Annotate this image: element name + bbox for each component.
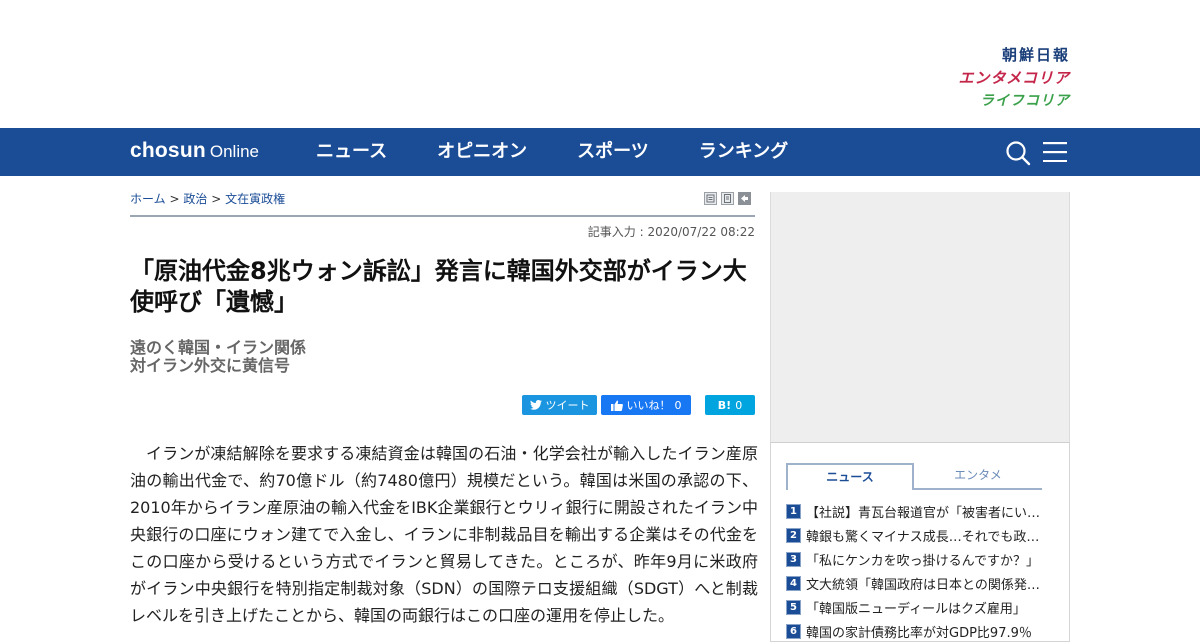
breadcrumb: ホーム > 政治 > 文在寅政権 bbox=[130, 190, 285, 207]
ranking-item[interactable]: 1 【社説】青瓦台報道官が「被害者にいわれのない苦痛」 bbox=[787, 499, 1047, 523]
rank-number-badge: 4 bbox=[787, 576, 800, 590]
tweet-label: ツイート bbox=[545, 399, 590, 412]
rank-number-badge: 5 bbox=[787, 600, 800, 614]
rank-number-badge: 3 bbox=[787, 552, 800, 566]
brand-links: 朝鮮日報 エンタメコリア ライフコリア bbox=[930, 44, 1070, 113]
logo-main-text: chosun bbox=[130, 139, 206, 162]
advertisement-slot bbox=[770, 192, 1070, 442]
print-icon[interactable] bbox=[704, 192, 717, 205]
subhead-line: 対イラン外交に黄信号 bbox=[130, 356, 291, 375]
twitter-bird-icon bbox=[529, 400, 542, 410]
nav-item-opinion[interactable]: オピニオン bbox=[437, 128, 527, 176]
article-timestamp: 記事入力 : 2020/07/22 08:22 bbox=[587, 225, 755, 239]
chosun-ilbo-link[interactable]: 朝鮮日報 bbox=[930, 44, 1070, 67]
ranking-tabs: ニュース エンタメ bbox=[786, 463, 1042, 490]
nav-menu: ニュース オピニオン スポーツ ランキング bbox=[316, 128, 838, 176]
hamburger-menu-icon[interactable] bbox=[1043, 142, 1067, 162]
breadcrumb-politics[interactable]: 政治 bbox=[183, 192, 207, 206]
nav-item-sports[interactable]: スポーツ bbox=[577, 128, 649, 176]
nav-item-news[interactable]: ニュース bbox=[316, 128, 387, 176]
text-view-icon[interactable] bbox=[721, 192, 734, 205]
thumbs-up-icon bbox=[610, 400, 623, 411]
hatena-bookmark-button[interactable]: B! 0 bbox=[705, 395, 755, 415]
breadcrumb-separator: > bbox=[211, 192, 222, 206]
ranking-item[interactable]: 5 「韓国版ニューディールはクズ雇用」 bbox=[787, 595, 1047, 619]
ranking-item-title: 「私にケンカを吹っ掛けるんですか？」 bbox=[806, 553, 1039, 569]
ranking-item-title: 文大統領「韓国政府は日本との関係発展を」 bbox=[806, 577, 1047, 593]
tweet-button[interactable]: ツイート bbox=[522, 395, 597, 415]
breadcrumb-separator: > bbox=[169, 192, 180, 206]
logo-sub-text: Online bbox=[209, 142, 260, 161]
ranking-item-title: 韓銀も驚くマイナス成長…それでも政府は楽観論 bbox=[806, 529, 1047, 545]
article-tools bbox=[704, 192, 751, 205]
ranking-sidebar: ニュース エンタメ 1 【社説】青瓦台報道官が「被害者にいわれのない苦痛」 2 … bbox=[770, 442, 1070, 642]
ranking-item[interactable]: 6 韓国の家計債務比率が対GDP比97.9％ bbox=[787, 619, 1047, 643]
rank-number-badge: 6 bbox=[787, 624, 800, 638]
back-arrow-icon[interactable] bbox=[738, 192, 751, 205]
facebook-like-button[interactable]: いいね！ 0 bbox=[601, 395, 691, 415]
ranking-list: 1 【社説】青瓦台報道官が「被害者にいわれのない苦痛」 2 韓銀も驚くマイナス成… bbox=[787, 499, 1047, 643]
article-subheads: 遠のく韓国・イラン関係 対イラン外交に黄信号 bbox=[130, 339, 730, 375]
like-count: 0 bbox=[674, 398, 682, 412]
breadcrumb-home[interactable]: ホーム bbox=[130, 192, 166, 206]
tab-news[interactable]: ニュース bbox=[786, 463, 914, 490]
breadcrumb-moon-administration[interactable]: 文在寅政権 bbox=[225, 192, 285, 206]
rank-number-badge: 2 bbox=[787, 528, 800, 542]
article-headline: 「原油代金8兆ウォン訴訟」発言に韓国外交部がイラン大使呼び「遺憾」 bbox=[130, 257, 747, 316]
subhead-line: 遠のく韓国・イラン関係 bbox=[130, 338, 307, 357]
entame-korea-link[interactable]: エンタメコリア bbox=[930, 67, 1070, 90]
search-icon[interactable] bbox=[1005, 140, 1031, 166]
life-korea-link[interactable]: ライフコリア bbox=[930, 90, 1070, 113]
ranking-item[interactable]: 4 文大統領「韓国政府は日本との関係発展を」 bbox=[787, 571, 1047, 595]
ranking-item[interactable]: 3 「私にケンカを吹っ掛けるんですか？」 bbox=[787, 547, 1047, 571]
ranking-item-title: 「韓国版ニューディールはクズ雇用」 bbox=[806, 601, 1026, 617]
nav-item-ranking[interactable]: ランキング bbox=[699, 128, 788, 176]
like-label: いいね！ bbox=[626, 399, 671, 412]
ranking-item-title: 【社説】青瓦台報道官が「被害者にいわれのない苦痛」 bbox=[806, 505, 1047, 521]
ranking-item-title: 韓国の家計債務比率が対GDP比97.9％ bbox=[806, 625, 1032, 641]
rank-number-badge: 1 bbox=[787, 504, 800, 518]
article-body-paragraph: イランが凍結解除を要求する凍結資金は韓国の石油・化学会社が輸入したイラン産原油の… bbox=[130, 444, 758, 625]
hatena-count: 0 bbox=[735, 398, 743, 412]
hatena-bookmark-icon: B! bbox=[717, 398, 732, 412]
chosun-online-logo[interactable]: chosun Online bbox=[130, 139, 259, 163]
article-divider bbox=[130, 215, 755, 217]
tab-entame[interactable]: エンタメ bbox=[914, 463, 1042, 488]
ranking-item[interactable]: 2 韓銀も驚くマイナス成長…それでも政府は楽観論 bbox=[787, 523, 1047, 547]
main-navbar: chosun Online ニュース オピニオン スポーツ ランキング bbox=[0, 128, 1200, 176]
